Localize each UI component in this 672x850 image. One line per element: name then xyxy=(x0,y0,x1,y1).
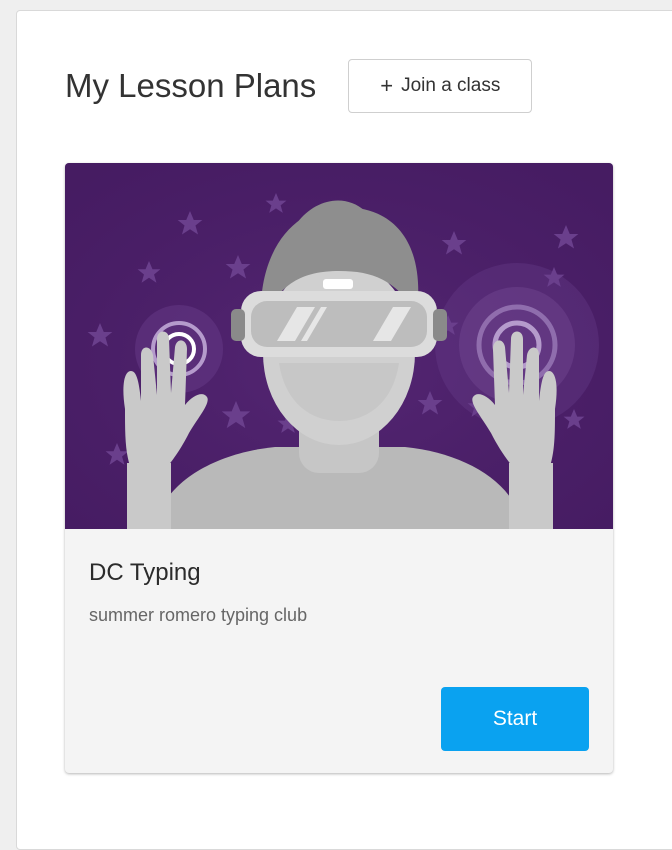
lesson-title: DC Typing xyxy=(89,559,201,586)
start-button[interactable]: Start xyxy=(441,687,589,751)
lesson-plans-panel: My Lesson Plans + Join a class DC Typing… xyxy=(16,10,672,850)
page-header: My Lesson Plans + Join a class xyxy=(65,59,533,113)
join-class-label: Join a class xyxy=(401,75,501,96)
page-title: My Lesson Plans xyxy=(65,67,317,104)
vr-headset-illustration xyxy=(65,163,613,529)
lesson-subtitle: summer romero typing club xyxy=(89,605,308,625)
lesson-card: DC Typing summer romero typing club Star… xyxy=(65,163,613,773)
plus-icon: + xyxy=(380,73,394,98)
join-class-button[interactable]: + Join a class xyxy=(348,59,533,113)
lesson-card-body: DC Typing summer romero typing club Star… xyxy=(65,559,613,751)
